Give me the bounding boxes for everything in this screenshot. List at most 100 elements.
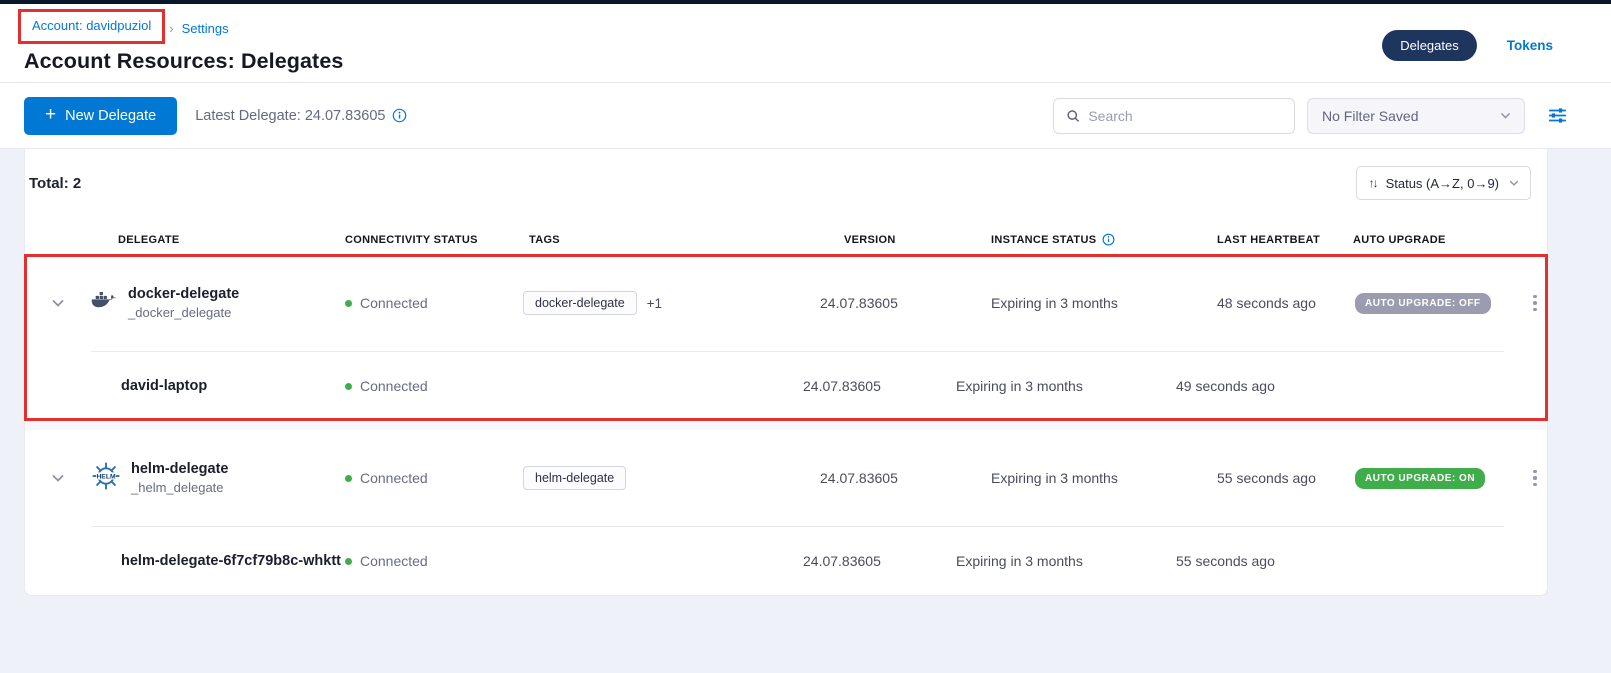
instance-name-cell: helm-delegate-6f7cf79b8c-whktt: [91, 553, 345, 569]
breadcrumb-annotation-box: Account: davidpuziol: [20, 11, 163, 42]
version-value: 24.07.83605: [799, 553, 951, 569]
tags-cell: helm-delegate: [523, 466, 816, 490]
docker-icon: [91, 290, 118, 316]
new-delegate-button[interactable]: + New Delegate: [24, 97, 177, 135]
last-heartbeat-value: 55 seconds ago: [1176, 553, 1329, 569]
expand-chevron-icon[interactable]: [25, 470, 91, 486]
latest-delegate-text: Latest Delegate: 24.07.83605: [195, 108, 385, 124]
version-value: 24.07.83605: [799, 378, 951, 394]
filter-sliders-icon[interactable]: [1547, 105, 1568, 126]
connectivity-cell: Connected: [345, 470, 523, 486]
instance-name: helm-delegate-6f7cf79b8c-whktt: [121, 553, 341, 569]
breadcrumb-account-link[interactable]: Account: davidpuziol: [32, 18, 151, 33]
connected-status-dot: [345, 300, 352, 307]
delegate-id: _helm_delegate: [131, 480, 229, 495]
search-input[interactable]: [1088, 108, 1282, 124]
instance-row: david-laptop Connected 24.07.83605 Expir…: [25, 352, 1547, 420]
breadcrumb-settings-link[interactable]: Settings: [182, 21, 229, 36]
chevron-down-icon: [1508, 177, 1520, 189]
instance-status-value: Expiring in 3 months: [951, 553, 1176, 569]
instance-status-value: Expiring in 3 months: [986, 295, 1217, 311]
resource-tabs: Delegates Tokens: [1382, 30, 1553, 61]
saved-filter-dropdown[interactable]: No Filter Saved: [1307, 98, 1525, 134]
delegate-name: docker-delegate: [128, 286, 239, 302]
col-instance-status: INSTANCE STATUS: [986, 233, 1217, 246]
auto-upgrade-badge: AUTO UPGRADE: OFF: [1355, 293, 1491, 314]
connectivity-label: Connected: [360, 470, 428, 486]
info-icon[interactable]: [1102, 233, 1115, 246]
col-last-heartbeat: LAST HEARTBEAT: [1217, 234, 1353, 246]
tab-delegates[interactable]: Delegates: [1382, 30, 1477, 61]
version-value: 24.07.83605: [816, 470, 986, 486]
col-version: VERSION: [816, 234, 986, 246]
expand-chevron-icon[interactable]: [25, 295, 91, 311]
col-delegate: DELEGATE: [91, 234, 345, 246]
toolbar: + New Delegate Latest Delegate: 24.07.83…: [0, 83, 1611, 149]
delegate-name-cell: docker-delegate _docker_delegate: [91, 286, 345, 320]
toolbar-right: No Filter Saved: [1053, 98, 1568, 134]
page-title: Account Resources: Delegates: [24, 49, 343, 74]
connectivity-label: Connected: [360, 295, 428, 311]
new-delegate-label: New Delegate: [65, 108, 156, 124]
auto-upgrade-badge: AUTO UPGRADE: ON: [1355, 468, 1485, 489]
breadcrumb: Account: davidpuziol › Settings: [20, 14, 343, 42]
last-heartbeat-value: 49 seconds ago: [1176, 378, 1329, 394]
last-heartbeat-value: 55 seconds ago: [1217, 470, 1353, 486]
instance-status-value: Expiring in 3 months: [951, 378, 1176, 394]
tags-cell: docker-delegate +1: [523, 291, 816, 315]
delegate-row[interactable]: docker-delegate _docker_delegate Connect…: [25, 255, 1547, 351]
latest-delegate-label: Latest Delegate: 24.07.83605: [195, 108, 407, 124]
instance-row: helm-delegate-6f7cf79b8c-whktt Connected…: [25, 527, 1547, 595]
svg-text:HELM: HELM: [96, 473, 116, 480]
list-summary-bar: Total: 2 ↑↓ Status (A→Z, 0→9): [25, 149, 1547, 211]
col-tags: TAGS: [523, 234, 816, 246]
delegate-group-docker: docker-delegate _docker_delegate Connect…: [25, 255, 1547, 420]
sort-dropdown[interactable]: ↑↓ Status (A→Z, 0→9): [1356, 166, 1531, 200]
total-count: Total: 2: [29, 175, 81, 192]
delegate-name-cell: HELM helm-delegate _helm_delegate: [91, 461, 345, 496]
plus-icon: +: [45, 105, 56, 124]
sort-arrows-icon: ↑↓: [1369, 176, 1377, 190]
instance-name-cell: david-laptop: [91, 378, 345, 394]
col-connectivity-status: CONNECTIVITY STATUS: [345, 234, 523, 246]
header-left: Account: davidpuziol › Settings Account …: [24, 14, 343, 74]
connectivity-cell: Connected: [345, 295, 523, 311]
tag-chip: helm-delegate: [523, 466, 626, 490]
group-gap: [25, 420, 1547, 430]
info-icon[interactable]: [392, 108, 407, 123]
tags-overflow-count[interactable]: +1: [647, 296, 662, 311]
connectivity-cell: Connected: [345, 553, 523, 569]
content-area: Total: 2 ↑↓ Status (A→Z, 0→9) DELEGATE C…: [0, 149, 1611, 596]
col-auto-upgrade: AUTO UPGRADE: [1353, 234, 1521, 246]
chevron-down-icon: [1499, 109, 1512, 122]
connected-status-dot: [345, 383, 352, 390]
page-header: Account: davidpuziol › Settings Account …: [0, 4, 1611, 83]
toolbar-left: + New Delegate Latest Delegate: 24.07.83…: [24, 97, 407, 135]
breadcrumb-separator: ›: [169, 21, 173, 36]
delegate-row[interactable]: HELM helm-delegate _helm_delegate Connec…: [25, 430, 1547, 526]
connected-status-dot: [345, 475, 352, 482]
instance-status-value: Expiring in 3 months: [986, 470, 1217, 486]
saved-filter-value: No Filter Saved: [1322, 108, 1418, 124]
sort-value: Status (A→Z, 0→9): [1386, 176, 1499, 191]
row-menu-icon[interactable]: [1521, 295, 1549, 312]
search-box: [1053, 98, 1295, 134]
instance-name: david-laptop: [121, 378, 207, 394]
helm-icon: HELM: [91, 461, 121, 496]
delegate-name: helm-delegate: [131, 461, 229, 477]
search-icon: [1066, 108, 1080, 124]
connectivity-cell: Connected: [345, 378, 523, 394]
table-header: DELEGATE CONNECTIVITY STATUS TAGS VERSIO…: [25, 211, 1547, 255]
connectivity-label: Connected: [360, 553, 428, 569]
delegate-id: _docker_delegate: [128, 305, 239, 320]
instance-status-label: INSTANCE STATUS: [991, 234, 1096, 246]
connectivity-label: Connected: [360, 378, 428, 394]
last-heartbeat-value: 48 seconds ago: [1217, 295, 1353, 311]
delegates-card: Total: 2 ↑↓ Status (A→Z, 0→9) DELEGATE C…: [24, 149, 1548, 596]
delegate-group-helm: HELM helm-delegate _helm_delegate Connec…: [25, 430, 1547, 595]
connected-status-dot: [345, 558, 352, 565]
tag-chip: docker-delegate: [523, 291, 637, 315]
row-menu-icon[interactable]: [1521, 470, 1549, 487]
tab-tokens[interactable]: Tokens: [1507, 38, 1553, 53]
version-value: 24.07.83605: [816, 295, 986, 311]
